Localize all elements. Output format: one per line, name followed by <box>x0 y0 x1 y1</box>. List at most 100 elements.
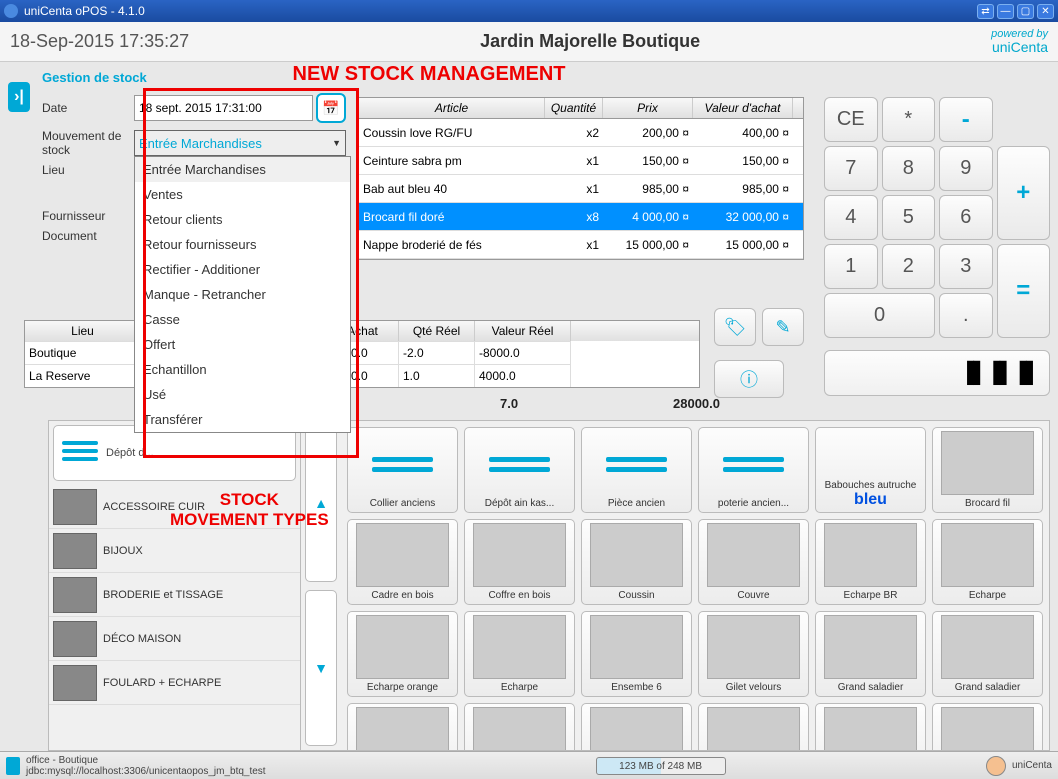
product-tile[interactable]: Ensembe 6 <box>581 611 692 697</box>
product-tile[interactable]: Echarpe orange <box>347 611 458 697</box>
category-item[interactable]: FOULARD + ECHARPE <box>49 661 300 705</box>
product-tile[interactable]: Panneau BR <box>932 703 1043 750</box>
dropdown-option[interactable]: Ventes <box>135 182 350 207</box>
barcode-panel[interactable]: ▐▌▐▌▐▌ <box>824 350 1050 396</box>
key-plus[interactable]: + <box>997 146 1051 240</box>
product-tile[interactable]: Echarpe BR <box>815 519 926 605</box>
product-tile[interactable]: Grand saladier <box>932 611 1043 697</box>
category-item[interactable]: DÉCO MAISON <box>49 617 300 661</box>
timestamp: 18-Sep-2015 17:35:27 <box>10 31 189 52</box>
dropdown-option[interactable]: Rectifier - Additioner <box>135 257 350 282</box>
tag-button[interactable]: 🏷 <box>714 308 756 346</box>
product-image <box>824 615 917 679</box>
item-row[interactable]: Brocard fil doréx84 000,00 ¤32 000,00 ¤ <box>359 203 803 231</box>
val-col[interactable]: Valeur Réel <box>475 321 571 341</box>
product-tile[interactable]: Coussin <box>581 519 692 605</box>
user-name: uniCenta <box>1012 760 1052 771</box>
key-star[interactable]: * <box>882 97 936 142</box>
key-1[interactable]: 1 <box>824 244 878 289</box>
product-image <box>590 523 683 587</box>
lieu-label: Lieu <box>36 163 134 177</box>
key-4[interactable]: 4 <box>824 195 878 240</box>
product-tile[interactable]: Coffre en bois <box>464 519 575 605</box>
col-prix[interactable]: Prix <box>603 98 693 118</box>
item-row[interactable]: Coussin love RG/FUx2200,00 ¤400,00 ¤ <box>359 119 803 147</box>
product-tile[interactable]: Nappe <box>698 703 809 750</box>
product-tile[interactable]: Babouches autruchebleu <box>815 427 926 513</box>
col-article[interactable]: Article <box>359 98 545 118</box>
item-row[interactable]: Ceinture sabra pmx1150,00 ¤150,00 ¤ <box>359 147 803 175</box>
product-tile[interactable]: Dépôt ain kas... <box>464 427 575 513</box>
product-tile[interactable]: Echarpe <box>464 611 575 697</box>
key-ce[interactable]: CE <box>824 97 878 142</box>
product-tile[interactable]: Brocard fil <box>932 427 1043 513</box>
dropdown-option[interactable]: Offert <box>135 332 350 357</box>
product-tile[interactable]: Nappe <box>815 703 926 750</box>
dropdown-option[interactable]: Transférer <box>135 407 350 432</box>
category-thumb <box>53 665 97 701</box>
item-row[interactable]: Nappe broderié de fésx115 000,00 ¤15 000… <box>359 231 803 259</box>
lieu-row[interactable]: Boutique4000.0-2.0-8000.0 <box>25 341 699 364</box>
lieu-col[interactable]: Lieu <box>25 321 141 341</box>
date-input[interactable] <box>134 95 313 121</box>
key-0[interactable]: 0 <box>824 293 935 338</box>
product-tile[interactable]: Cadre en bois <box>347 519 458 605</box>
dropdown-option[interactable]: Echantillon <box>135 357 350 382</box>
key-dot[interactable]: . <box>939 293 993 338</box>
lieu-row[interactable]: La Reserve4000.01.04000.0 <box>25 364 699 387</box>
product-tile[interactable]: Morceau <box>581 703 692 750</box>
powered-by: powered byuniCenta <box>991 28 1048 55</box>
key-2[interactable]: 2 <box>882 244 936 289</box>
key-3[interactable]: 3 <box>939 244 993 289</box>
window-title: uniCenta oPOS - 4.1.0 <box>24 4 145 18</box>
restore-icon[interactable]: ⇄ <box>977 4 994 19</box>
product-tile[interactable]: poterie ancien... <box>698 427 809 513</box>
qte-col[interactable]: Qté Réel <box>399 321 475 341</box>
key-6[interactable]: 6 <box>939 195 993 240</box>
info-button[interactable]: ⓘ <box>714 360 784 398</box>
product-tile[interactable]: Hayek en soie <box>347 703 458 750</box>
product-image <box>941 615 1034 679</box>
key-minus[interactable]: - <box>939 97 993 142</box>
product-tile[interactable]: Pièce ancien <box>581 427 692 513</box>
calendar-icon: 📅 <box>322 100 339 117</box>
key-7[interactable]: 7 <box>824 146 878 191</box>
category-item[interactable]: BRODERIE et TISSAGE <box>49 573 300 617</box>
prod-nav-down[interactable]: ▼ <box>305 590 337 747</box>
product-tile[interactable]: Couvre <box>698 519 809 605</box>
sidebar-collapse-button[interactable]: ›| <box>8 82 30 112</box>
minimize-icon[interactable]: — <box>997 4 1014 19</box>
product-image <box>473 707 566 750</box>
dropdown-option[interactable]: Usé <box>135 382 350 407</box>
dropdown-option[interactable]: Casse <box>135 307 350 332</box>
edit-button[interactable]: ✎ <box>762 308 804 346</box>
product-tile[interactable]: Collier anciens <box>347 427 458 513</box>
key-eq[interactable]: = <box>997 244 1051 338</box>
maximize-icon[interactable]: ▢ <box>1017 4 1034 19</box>
category-thumb <box>53 577 97 613</box>
product-tile[interactable]: Echarpe <box>932 519 1043 605</box>
category-item[interactable]: BIJOUX <box>49 529 300 573</box>
dropdown-option[interactable]: Manque - Retrancher <box>135 282 350 307</box>
key-9[interactable]: 9 <box>939 146 993 191</box>
product-image <box>356 523 449 587</box>
product-tile[interactable]: Grand saladier <box>815 611 926 697</box>
close-icon[interactable]: ✕ <box>1037 4 1054 19</box>
dropdown-option[interactable]: Retour clients <box>135 207 350 232</box>
product-tile[interactable]: Mharma chale <box>464 703 575 750</box>
product-tile[interactable]: Gilet velours <box>698 611 809 697</box>
col-val[interactable]: Valeur d'achat <box>693 98 793 118</box>
dropdown-option[interactable]: Retour fournisseurs <box>135 232 350 257</box>
key-8[interactable]: 8 <box>882 146 936 191</box>
col-qty[interactable]: Quantité <box>545 98 603 118</box>
date-label: Date <box>36 101 134 115</box>
dropdown-option[interactable]: Entrée Marchandises <box>135 157 350 182</box>
product-image <box>473 523 566 587</box>
tag-icon: 🏷 <box>724 317 747 338</box>
items-table: Article Quantité Prix Valeur d'achat Cou… <box>358 97 804 260</box>
calendar-button[interactable]: 📅 <box>316 93 346 123</box>
annotation-below: STOCKMOVEMENT TYPES <box>170 490 329 530</box>
key-5[interactable]: 5 <box>882 195 936 240</box>
item-row[interactable]: Bab aut bleu 40x1985,00 ¤985,00 ¤ <box>359 175 803 203</box>
movement-select[interactable]: Entrée Marchandises▼ <box>134 130 346 156</box>
